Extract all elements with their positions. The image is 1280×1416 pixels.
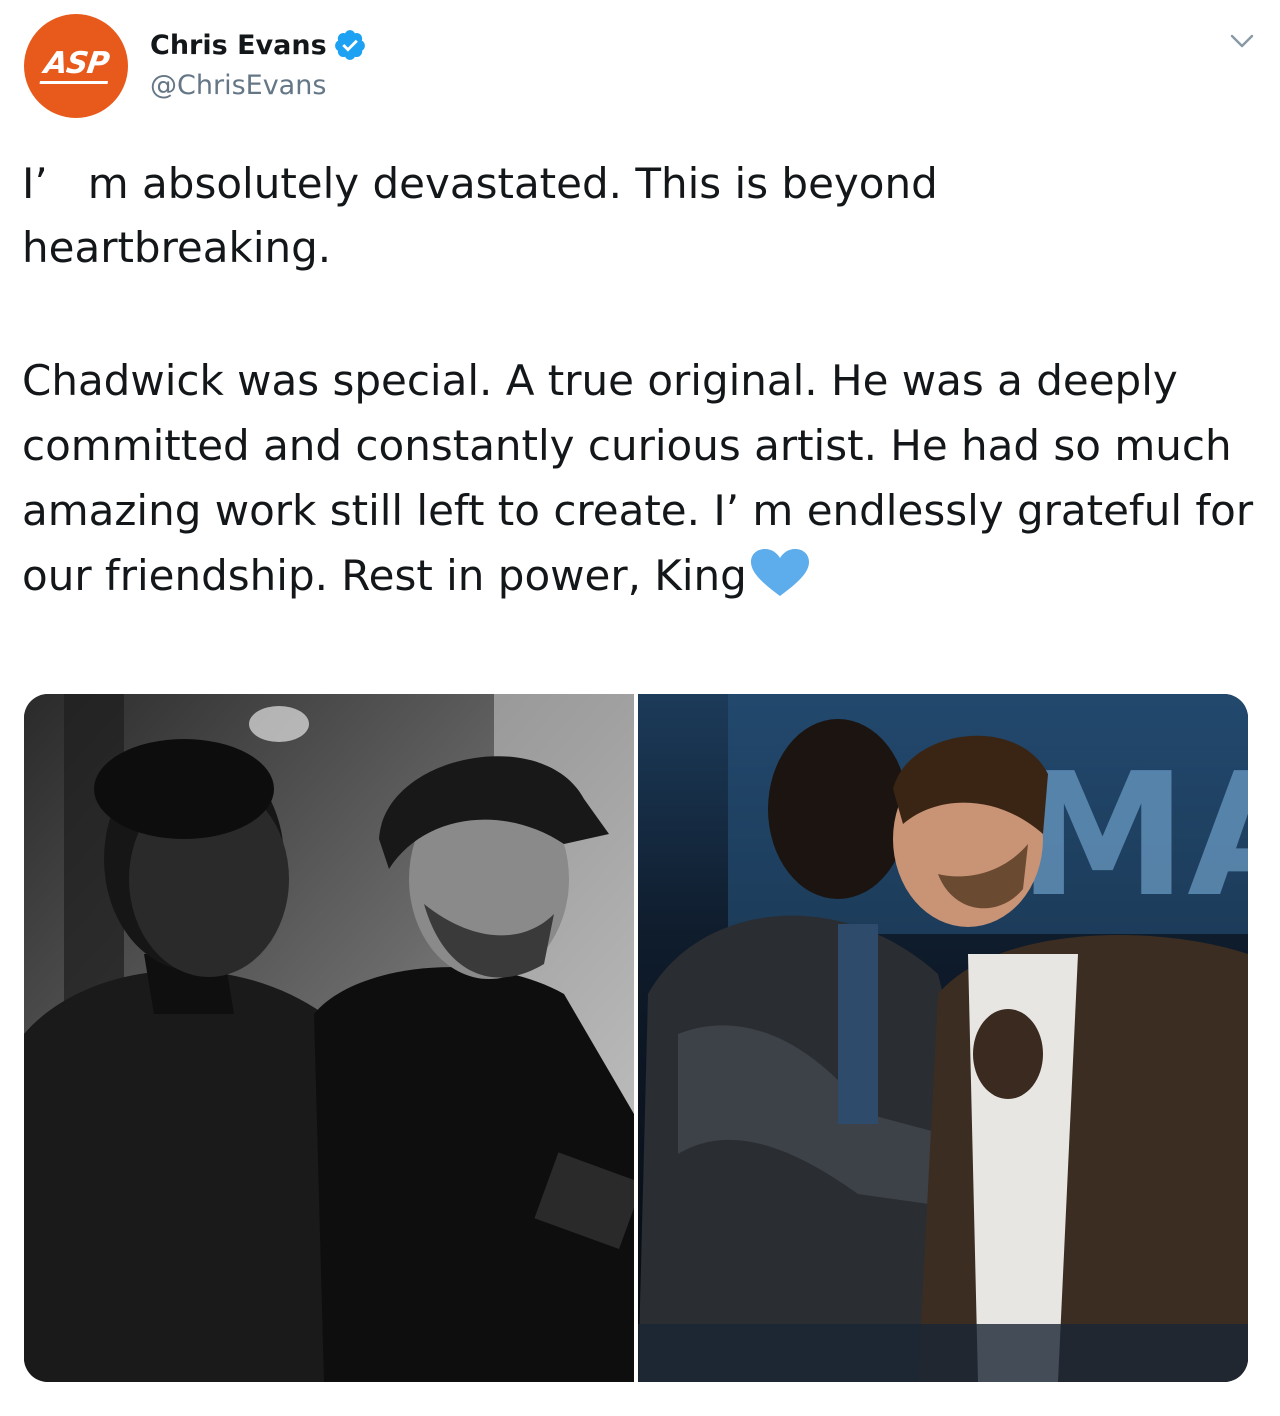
photo-right-illustration: MAD xyxy=(638,694,1248,1382)
tweet-text-paragraph-2: Chadwick was special. A true original. H… xyxy=(22,348,1262,608)
photo-left-illustration xyxy=(24,694,634,1382)
tweet-text-paragraph-2-body: Chadwick was special. A true original. H… xyxy=(22,356,1254,600)
avatar-logo-text: ASP xyxy=(39,46,113,84)
tweet-text-paragraph-1: I’ m absolutely devastated. This is beyo… xyxy=(22,159,938,272)
photo-color[interactable]: MAD xyxy=(638,694,1248,1382)
name-row: Chris Evans xyxy=(150,28,367,62)
verified-badge-icon xyxy=(334,30,365,60)
blue-heart-icon xyxy=(750,549,809,596)
banner-text: MAD xyxy=(1018,737,1248,935)
media-gallery: MAD xyxy=(24,694,1248,1382)
chevron-down-icon[interactable] xyxy=(1228,30,1256,52)
display-name[interactable]: Chris Evans xyxy=(150,30,327,61)
tweet-header: ASP Chris Evans @ChrisEvans xyxy=(24,14,1264,124)
avatar[interactable]: ASP xyxy=(24,14,128,118)
user-handle[interactable]: @ChrisEvans xyxy=(150,70,326,101)
photo-black-and-white[interactable] xyxy=(24,694,634,1382)
